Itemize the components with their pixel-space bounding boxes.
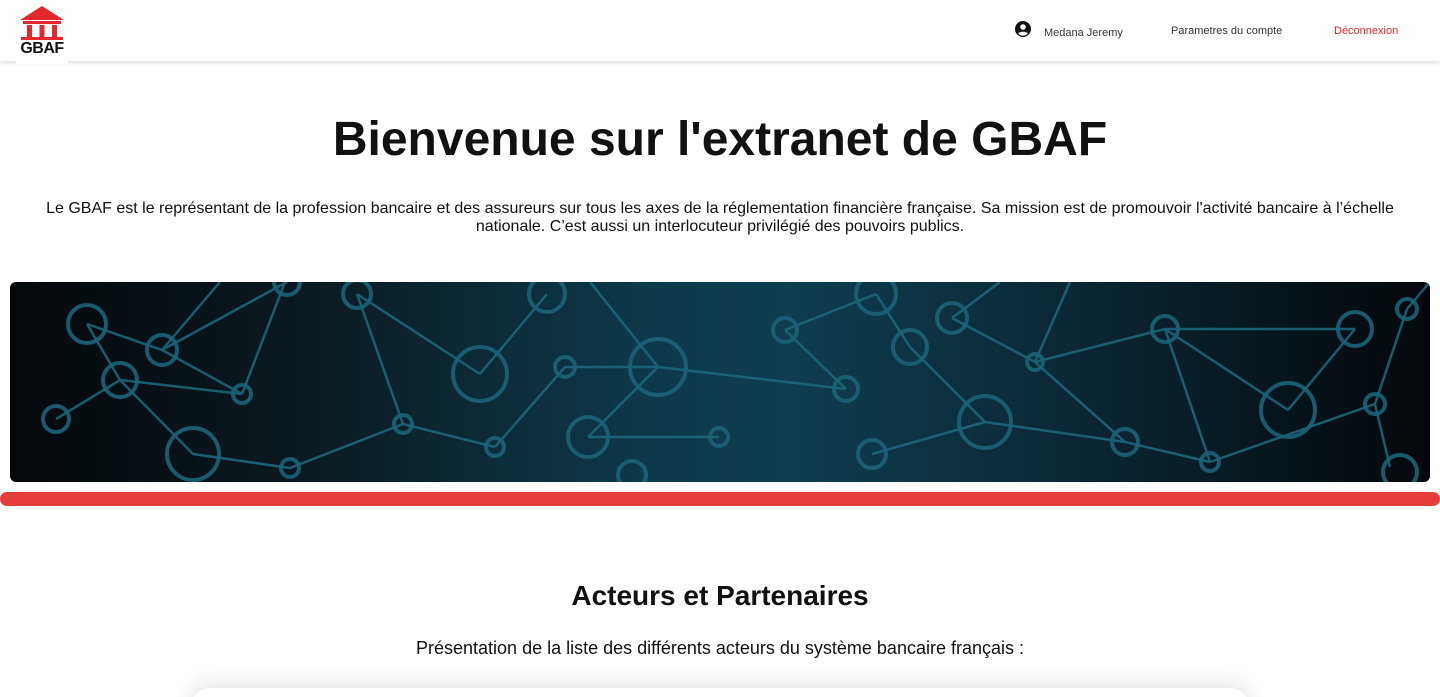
partners-card <box>190 688 1250 697</box>
red-divider <box>0 492 1440 506</box>
logout-link[interactable]: Déconnexion <box>1334 25 1398 37</box>
logo-text: GBAF <box>20 40 64 57</box>
network-banner <box>10 282 1430 482</box>
user-name: Medana Jeremy <box>1044 27 1123 39</box>
bank-building-icon <box>20 6 64 40</box>
partners-subtitle: Présentation de la liste des différents … <box>416 638 1024 658</box>
network-illustration <box>41 282 1430 482</box>
gbaf-logo[interactable]: GBAF <box>16 2 68 64</box>
user-profile[interactable]: Medana Jeremy <box>1015 21 1123 41</box>
intro-text: Le GBAF est le représentant de la profes… <box>46 200 1394 235</box>
partners-title: Acteurs et Partenaires <box>571 580 869 611</box>
account-settings-link[interactable]: Parametres du compte <box>1171 25 1282 37</box>
user-circle-icon <box>1015 21 1031 37</box>
top-header: GBAF Medana Jeremy Parametres du compte … <box>0 0 1440 64</box>
page-title: Bienvenue sur l'extranet de GBAF <box>332 113 1108 166</box>
